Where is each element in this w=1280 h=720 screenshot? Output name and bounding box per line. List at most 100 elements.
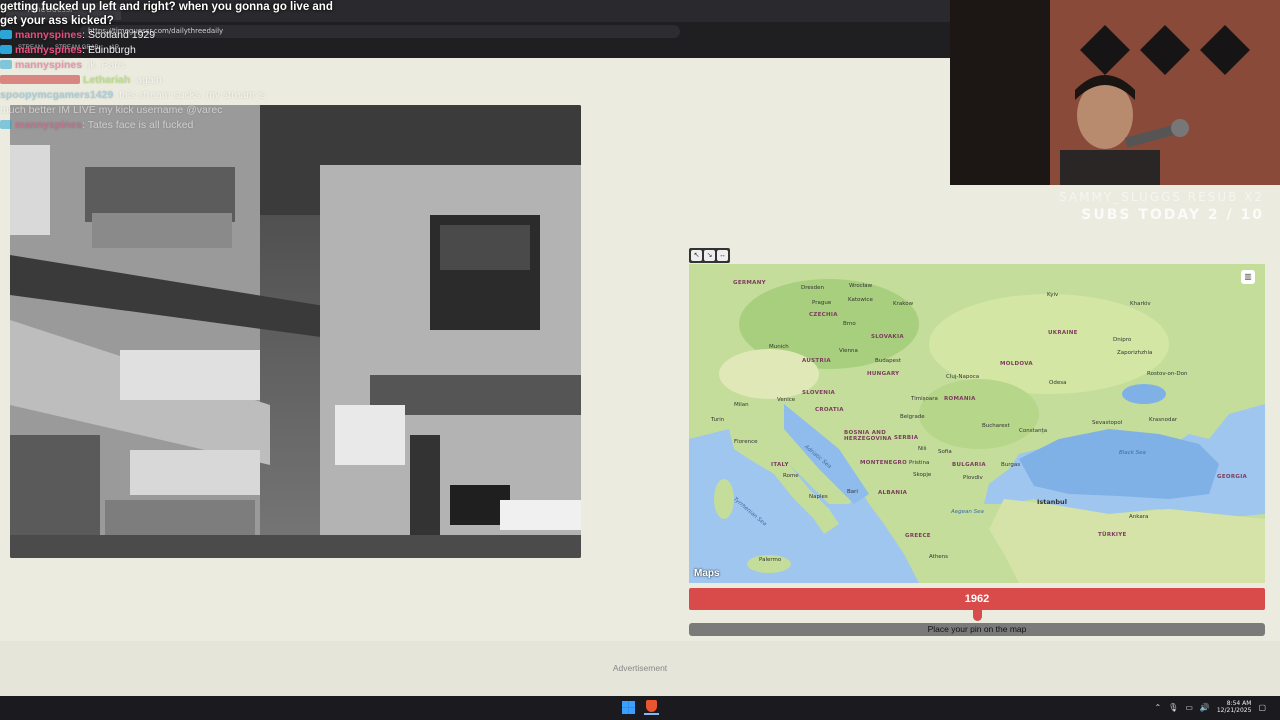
chat-highlight-message: getting fucked up left and right? when y… <box>0 1 333 27</box>
map-city-label: Florence <box>734 439 758 445</box>
map-country-label: SERBIA <box>894 435 919 441</box>
map-city-label: Cluj-Napoca <box>946 374 980 380</box>
map-city-label: Prague <box>812 300 832 306</box>
map-city-label: Katowice <box>848 297 873 303</box>
map-city-label: Palermo <box>759 557 782 563</box>
map-city-label: Dnipro <box>1113 337 1132 343</box>
map-country-label: BULGARIA <box>952 462 986 468</box>
map-country-label: MOLDOVA <box>1000 361 1033 367</box>
network-icon[interactable]: ▭ <box>1185 703 1193 712</box>
volume-icon[interactable]: 🔊 <box>1200 703 1210 712</box>
map-sea-label: Black Sea <box>1119 450 1146 456</box>
chat-line: spoopymcgamers1429: this stream sucks. m… <box>0 89 266 101</box>
year-slider-handle[interactable] <box>972 609 982 621</box>
map-country-label: MONTENEGRO <box>860 460 908 466</box>
place-pin-button[interactable]: Place your pin on the map <box>689 623 1265 636</box>
year-slider[interactable]: 1962 <box>689 588 1265 610</box>
brave-browser-taskbar-button[interactable] <box>644 700 659 715</box>
advertisement-area: Advertisement <box>0 641 1280 696</box>
streamer-webcam <box>950 0 1280 185</box>
map-country-label: AUSTRIA <box>802 358 831 364</box>
advertisement-label: Advertisement <box>612 663 668 673</box>
map-city-label: Sevastopol <box>1092 420 1123 426</box>
map-city-label: Venice <box>777 397 796 403</box>
badge-icon <box>0 120 12 129</box>
map-country-label: GEORGIA <box>1217 474 1248 480</box>
map-country-label: SLOVENIA <box>802 390 836 396</box>
map-city-label: Bucharest <box>982 423 1010 429</box>
map-city-label: Wrocław <box>849 283 873 289</box>
map-country-label: CROATIA <box>815 407 844 413</box>
chat-line: mannyspines: jk. Paris <box>0 59 125 71</box>
map-city-label: Skopje <box>913 472 932 478</box>
map-toolbar: ↖ ↘ ↔ <box>689 248 730 263</box>
map-country-label: HUNGARY <box>867 371 900 377</box>
map-city-label: Constanța <box>1019 428 1048 434</box>
expand-map-button[interactable]: ↖ <box>691 250 702 261</box>
windows-start-icon[interactable] <box>622 701 635 714</box>
map-city-label: Turin <box>711 417 725 423</box>
map-city-label: Brno <box>843 321 856 327</box>
webcam-feed-image <box>950 0 1280 185</box>
map-country-label: ROMANIA <box>944 396 976 402</box>
map-city-label: Naples <box>809 494 828 500</box>
map-city-label: Istanbul <box>1037 498 1067 506</box>
map-country-label: UKRAINE <box>1048 330 1078 336</box>
map-city-label: Burgas <box>1001 462 1021 468</box>
microphone-icon[interactable]: 🎙 <box>1168 703 1178 712</box>
map-city-label: Milan <box>734 402 749 408</box>
chat-line: mannyspines: Tates face is all fucked <box>0 119 193 131</box>
map-country-label: SLOVAKIA <box>871 334 904 340</box>
map-country-label: TÜRKIYE <box>1098 532 1127 538</box>
map-city-label: Bari <box>847 489 858 495</box>
map-city-label: Odesa <box>1049 380 1067 386</box>
map-city-label: Munich <box>769 344 789 350</box>
map-sea-label: Aegean Sea <box>951 509 984 515</box>
brave-icon <box>646 700 657 712</box>
badge-icon <box>0 45 12 54</box>
map-city-label: Dresden <box>801 285 824 291</box>
map-city-label: Athens <box>929 554 949 560</box>
map-city-label: Sofia <box>938 449 952 455</box>
chevron-up-icon[interactable]: ⌃ <box>1154 703 1161 712</box>
badge-icon <box>0 60 12 69</box>
clock[interactable]: 8:54 AM 12/21/2025 <box>1217 700 1252 714</box>
map-city-label: Niš <box>918 446 927 452</box>
year-value: 1962 <box>964 593 990 605</box>
notification-icon[interactable]: ▢ <box>1258 703 1266 712</box>
chat-line: mannyspines: Edinburgh <box>0 44 136 56</box>
guess-photo <box>10 105 581 558</box>
map-country-label: GERMANY <box>733 280 766 286</box>
map-city-label: Plovdiv <box>963 475 983 481</box>
chat-line: Lethariah: again <box>0 74 162 86</box>
resize-map-button[interactable]: ↔ <box>717 250 728 261</box>
guess-map[interactable]: GERMANY CZECHIA SLOVAKIA AUSTRIA HUNGARY… <box>689 264 1265 583</box>
map-city-label: Kharkiv <box>1130 301 1151 307</box>
map-city-label: Timișoara <box>911 396 938 402</box>
map-country-label: ALBANIA <box>878 490 908 496</box>
maps-brand-logo: Maps <box>694 568 720 579</box>
resub-alert: SAMMY_SLUGGS RESUB X2 <box>1059 190 1264 204</box>
map-city-label: Budapest <box>875 358 902 364</box>
street-scene-image <box>10 105 581 558</box>
map-country-label: CZECHIA <box>809 312 838 318</box>
map-terrain <box>689 264 1265 583</box>
map-city-label: Krasnodar <box>1149 417 1178 423</box>
map-country-label: ITALY <box>771 462 789 468</box>
map-city-label: Pristina <box>909 460 930 466</box>
map-city-label: Belgrade <box>900 414 925 420</box>
subs-goal: SUBS TODAY 2 / 10 <box>1081 207 1264 223</box>
badge-icon <box>0 30 12 39</box>
bookmarks-bar: STREAM STREAM GRAB AR <box>0 40 950 56</box>
map-city-label: Zaporizhzhia <box>1117 350 1153 356</box>
shrink-map-button[interactable]: ↘ <box>704 250 715 261</box>
chat-line: much better IM LIVE my kick username @va… <box>0 104 223 116</box>
badge-icon <box>0 75 80 84</box>
map-country-label: GREECE <box>905 533 931 539</box>
map-city-label: Rome <box>783 473 799 479</box>
chat-line: mannyspines: Scotland 1929 <box>0 29 155 41</box>
map-country-label: BOSNIA AND HERZEGOVINA <box>844 430 892 442</box>
layers-icon[interactable]: ▥ <box>1241 270 1255 284</box>
map-city-label: Rostov-on-Don <box>1147 371 1188 377</box>
system-tray: ⌃ 🎙 ▭ 🔊 8:54 AM 12/21/2025 ▢ <box>1154 700 1266 714</box>
